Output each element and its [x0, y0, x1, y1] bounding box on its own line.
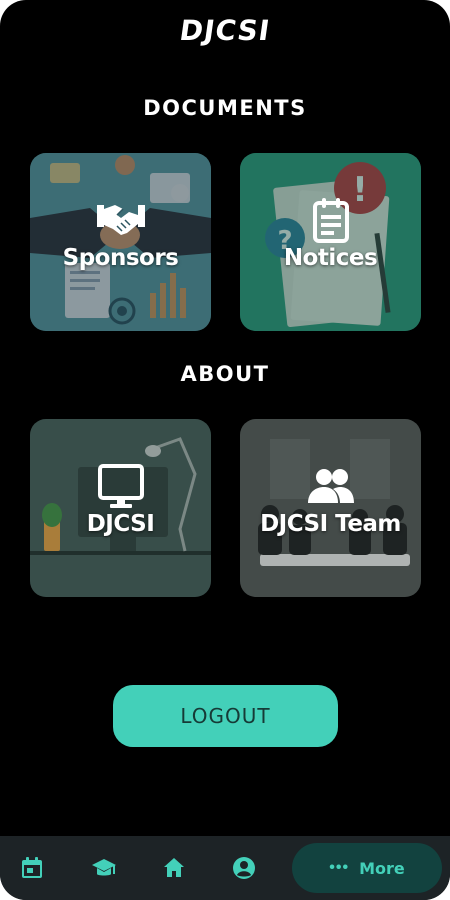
djcsi-card[interactable]: DJCSI [30, 419, 211, 597]
nav-account[interactable] [226, 850, 262, 886]
app-logo: DJCSI [177, 14, 273, 47]
bottom-navigation: ••• More [0, 836, 450, 900]
sponsors-card[interactable]: Sponsors [30, 153, 211, 331]
nav-education[interactable] [86, 850, 122, 886]
nav-more-label: More [359, 858, 405, 878]
about-section-title: ABOUT [180, 362, 270, 386]
calendar-icon [22, 857, 42, 878]
sponsors-card-label: Sponsors [62, 245, 179, 271]
home-icon [164, 858, 184, 877]
graduation-cap-icon [92, 859, 116, 876]
account-icon [233, 857, 255, 879]
documents-section-title: DOCUMENTS [143, 96, 307, 120]
nav-more-button[interactable]: ••• More [292, 843, 442, 893]
djcsi-team-card-label: DJCSI Team [260, 511, 401, 537]
logout-button[interactable]: LOGOUT [113, 685, 338, 747]
more-dots-icon: ••• [329, 859, 350, 876]
nav-calendar[interactable] [14, 850, 50, 886]
notices-card-label: Notices [283, 245, 378, 271]
djcsi-card-label: DJCSI [86, 511, 155, 537]
notices-card[interactable]: ! ? Notices [240, 153, 421, 331]
djcsi-team-card[interactable]: DJCSI Team [240, 419, 421, 597]
nav-home[interactable] [156, 850, 192, 886]
app-screen: DJCSI DOCUMENTS Sponsors ! ? Notices ABO… [0, 0, 450, 900]
